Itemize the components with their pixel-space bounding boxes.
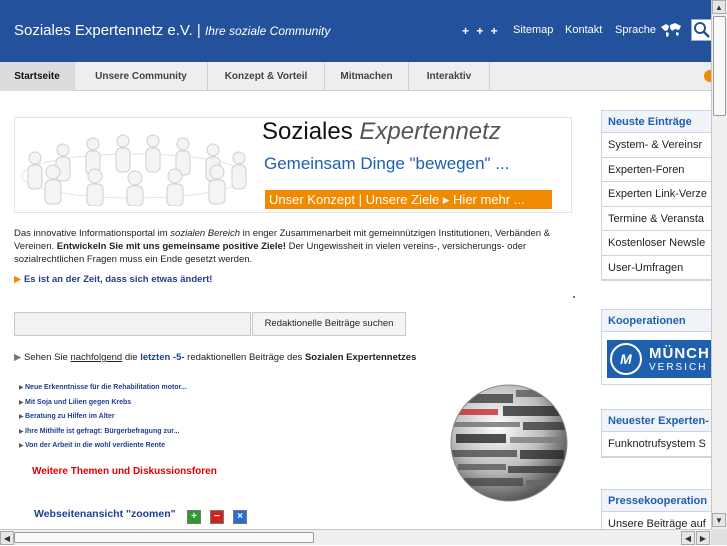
vertical-scrollbar[interactable]: ▲ ▼ xyxy=(711,0,727,529)
main-nav: Startseite Unsere Community Konzept & Vo… xyxy=(0,62,711,91)
brand-name: Soziales Expertennetz e.V. | xyxy=(14,22,201,39)
sidebar-item[interactable]: Experten Link-Verze xyxy=(602,182,711,207)
tab-konzept-vorteil[interactable]: Konzept & Vorteil xyxy=(208,62,325,91)
sidebar-news-box: Neuste Einträge System- & Vereinsr Exper… xyxy=(601,110,711,281)
article-link[interactable]: ▶Mit Soja und Lilien gegen Krebs xyxy=(19,399,131,413)
zoom-reset-icon[interactable]: × xyxy=(233,510,247,524)
sidebar-item[interactable]: System- & Vereinsr xyxy=(602,133,711,158)
sidebar-item[interactable]: Experten-Foren xyxy=(602,158,711,182)
sitemap-link[interactable]: Sitemap xyxy=(513,24,553,36)
page: Soziales Expertennetz e.V. | Ihre sozial… xyxy=(0,0,711,529)
banner-subtitle: Gemeinsam Dinge "bewegen" ... xyxy=(264,154,510,173)
article-link[interactable]: ▶Ihre Mithilfe ist gefragt: Bürgerbefrag… xyxy=(19,428,179,442)
hero-banner[interactable]: Soziales Expertennetz Gemeinsam Dinge "b… xyxy=(14,117,572,213)
horizontal-scrollbar[interactable]: ◀ ◀ ▶ xyxy=(0,529,711,545)
coop-box-title: Kooperationen xyxy=(602,310,711,332)
scroll-up-icon[interactable]: ▲ xyxy=(712,0,726,14)
sidebar-item[interactable]: Funknotrufsystem S xyxy=(602,432,711,457)
intro-cta-text: Es ist an der Zeit, dass sich etwas ände… xyxy=(23,274,213,285)
scroll-left-icon-2[interactable]: ◀ xyxy=(681,531,695,545)
tab-unsere-community[interactable]: Unsere Community xyxy=(75,62,208,91)
scroll-down-icon[interactable]: ▼ xyxy=(712,513,726,527)
sidebar-item[interactable]: Termine & Veransta xyxy=(602,207,711,231)
intro-paragraph: Das innovative Informationsportal im soz… xyxy=(14,228,574,266)
separator-dot xyxy=(573,296,575,298)
brand-tagline: Ihre soziale Community xyxy=(204,24,331,38)
latest-text-c: redaktionellen Beiträge des xyxy=(184,352,305,363)
article-title: Neue Erkenntnisse für die Rehabilitation… xyxy=(25,384,187,391)
latest-link[interactable]: nachfolgend xyxy=(70,352,122,363)
logo-text: MÜNCH xyxy=(649,345,710,362)
zoom-out-icon[interactable]: − xyxy=(210,510,224,524)
article-link[interactable]: ▶Von der Arbeit in die wohl verdiente Re… xyxy=(19,442,165,456)
article-link[interactable]: ▶Beratung zu Hilfen im Alter xyxy=(19,413,115,427)
vertical-scroll-thumb[interactable] xyxy=(713,16,726,116)
kontakt-link[interactable]: Kontakt xyxy=(565,24,602,36)
press-box-title: Pressekooperation xyxy=(602,490,711,512)
article-title: Von der Arbeit in die wohl verdiente Ren… xyxy=(25,442,166,449)
article-link[interactable]: ▶Neue Erkenntnisse für die Rehabilitatio… xyxy=(19,384,187,398)
intro-text-1: Das innovative Informationsportal im xyxy=(14,228,171,239)
news-box-title: Neuste Einträge xyxy=(602,111,711,133)
zoom-label: Webseitenansicht "zoomen" xyxy=(34,508,176,520)
article-search-input[interactable] xyxy=(14,312,251,336)
world-map-icon[interactable] xyxy=(660,22,682,38)
intro-cta[interactable]: ▶ Es ist an der Zeit, dass sich etwas än… xyxy=(14,274,212,285)
plus-links[interactable]: + + + xyxy=(462,24,500,38)
orange-arrow-icon: ▶ xyxy=(14,274,22,285)
scroll-left-icon[interactable]: ◀ xyxy=(0,531,14,545)
top-header: Soziales Expertennetz e.V. | Ihre sozial… xyxy=(0,0,711,62)
article-title: Mit Soja und Lilien gegen Krebs xyxy=(25,398,132,406)
sidebar-press-box: Pressekooperation Unsere Beiträge auf xyxy=(601,489,711,529)
sprache-link[interactable]: Sprache xyxy=(615,24,656,36)
banner-concept-button[interactable]: Unser Konzept | Unsere Ziele ▸ Hier mehr… xyxy=(265,190,552,209)
banner-title-b: Expertennetz xyxy=(359,118,501,145)
coop-logo[interactable]: M MÜNCH VERSICH xyxy=(602,332,711,384)
latest-articles-intro: ▶ Sehen Sie nachfolgend die letzten -5- … xyxy=(14,352,416,363)
zoom-in-icon[interactable]: + xyxy=(187,510,201,524)
gray-triangle-icon: ▶ xyxy=(14,352,22,363)
latest-site-name: Sozialen Expertennetzes xyxy=(304,352,417,363)
latest-text-b: die xyxy=(122,352,141,363)
newspaper-globe-icon xyxy=(450,384,568,502)
header-search-button[interactable] xyxy=(691,19,711,41)
people-circle-icon xyxy=(21,134,247,206)
more-topics-link[interactable]: Weitere Themen und Diskussionsforen xyxy=(32,466,217,477)
article-title: Beratung zu Hilfen im Alter xyxy=(25,413,115,420)
scrollbar-corner xyxy=(711,529,727,545)
article-title: Ihre Mithilfe ist gefragt: Bürgerbefragu… xyxy=(25,427,180,435)
insurance-logo: M MÜNCH VERSICH xyxy=(607,340,711,378)
article-search-button[interactable]: Redaktionelle Beiträge suchen xyxy=(252,312,406,336)
logo-mark: M xyxy=(610,343,642,375)
banner-title-a: Soziales xyxy=(262,118,353,145)
sidebar-item[interactable]: Unsere Beiträge auf xyxy=(602,512,711,529)
sidebar-expert-box: Neuester Experten- Funknotrufsystem S xyxy=(601,409,711,458)
sidebar-coop-box: Kooperationen M MÜNCH VERSICH xyxy=(601,309,711,385)
magnifier-icon xyxy=(694,22,710,38)
expert-box-title: Neuester Experten- xyxy=(602,410,711,432)
nav-orange-tab-icon[interactable] xyxy=(704,70,711,82)
tab-interaktiv[interactable]: Interaktiv xyxy=(409,62,490,91)
sidebar-item[interactable]: User-Umfragen xyxy=(602,256,711,280)
banner-title: Soziales Expertennetz xyxy=(262,118,501,146)
sidebar-item[interactable]: Kostenloser Newsle xyxy=(602,231,711,256)
horizontal-scroll-thumb[interactable] xyxy=(14,532,314,543)
logo-text-2: VERSICH xyxy=(649,362,708,373)
tab-mitmachen[interactable]: Mitmachen xyxy=(325,62,409,91)
latest-text-a: Sehen Sie xyxy=(23,352,71,363)
site-brand[interactable]: Soziales Expertennetz e.V. | Ihre sozial… xyxy=(14,22,330,39)
latest-count: letzten -5- xyxy=(140,352,185,363)
tab-startseite[interactable]: Startseite xyxy=(0,62,75,91)
intro-text-bold: Entwickeln Sie mit uns gemeinsame positi… xyxy=(56,240,286,252)
scroll-right-icon[interactable]: ▶ xyxy=(696,531,710,545)
intro-text-italic: sozialen Bereich xyxy=(170,228,241,239)
